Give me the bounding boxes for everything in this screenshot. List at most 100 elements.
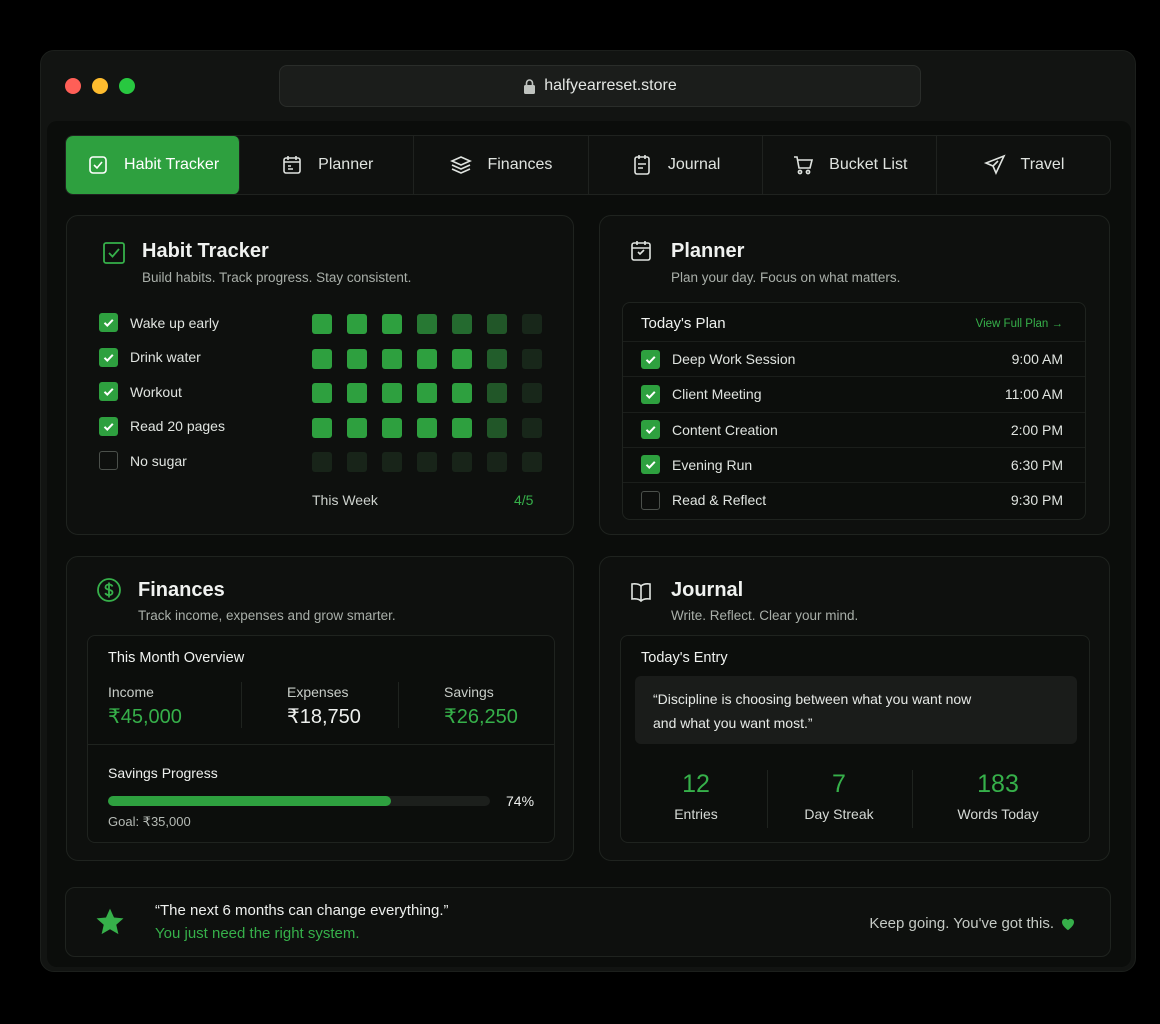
tab-finances[interactable]: Finances xyxy=(414,136,589,194)
habit-day-cell[interactable] xyxy=(487,348,507,369)
habit-day-cell[interactable] xyxy=(417,348,437,369)
plan-title: Today's Plan xyxy=(641,315,726,332)
entry-quote: “Discipline is choosing between what you… xyxy=(635,676,1077,744)
plan-checkbox[interactable] xyxy=(641,455,660,475)
habit-day-cell[interactable] xyxy=(312,314,332,334)
tab-label: Habit Tracker xyxy=(124,156,220,173)
habit-day-cell[interactable] xyxy=(312,452,332,472)
habit-day-cell[interactable] xyxy=(382,314,402,334)
habit-day-cell[interactable] xyxy=(347,383,367,403)
habit-day-cell[interactable] xyxy=(487,383,507,403)
card-subtitle: Track income, expenses and grow smarter. xyxy=(138,608,396,623)
plan-item-label: Read & Reflect xyxy=(672,492,767,509)
habit-checkbox[interactable] xyxy=(99,313,118,332)
card-title: Planner xyxy=(671,240,745,262)
habit-day-cell[interactable] xyxy=(417,314,437,334)
habit-checkbox[interactable] xyxy=(99,451,118,470)
card-subtitle: Write. Reflect. Clear your mind. xyxy=(671,608,859,623)
todays-plan: Today's Plan View Full Plan → Deep Work … xyxy=(622,302,1086,520)
tab-bucket-list[interactable]: Bucket List xyxy=(763,136,937,194)
plane-icon xyxy=(983,154,1006,175)
footer-tagline: You just need the right system. xyxy=(155,925,360,942)
habit-day-cell[interactable] xyxy=(347,314,367,334)
habit-day-cell[interactable] xyxy=(487,452,507,472)
habit-row[interactable]: No sugar xyxy=(99,451,187,470)
habit-row[interactable]: Drink water xyxy=(99,347,201,367)
streak-label: Day Streak xyxy=(804,806,874,822)
maximize-window-button[interactable] xyxy=(119,78,135,94)
divider xyxy=(912,770,913,828)
tab-travel[interactable]: Travel xyxy=(937,136,1110,194)
habit-day-cell[interactable] xyxy=(452,314,472,334)
habit-day-cell[interactable] xyxy=(417,452,437,472)
address-bar[interactable]: halfyearreset.store xyxy=(279,65,921,107)
calendar-icon xyxy=(631,241,651,261)
expenses-value: ₹18,750 xyxy=(287,706,361,728)
habit-checkbox[interactable] xyxy=(99,382,118,401)
habit-checkbox[interactable] xyxy=(99,416,118,436)
habit-tracker-card: Habit Tracker Build habits. Track progre… xyxy=(66,215,574,535)
tab-habit-tracker[interactable]: Habit Tracker xyxy=(66,136,241,194)
habit-day-cell[interactable] xyxy=(417,383,437,403)
lock-icon xyxy=(524,78,536,94)
habit-day-cell[interactable] xyxy=(312,383,332,403)
habit-day-cell[interactable] xyxy=(382,417,402,438)
habit-day-cell[interactable] xyxy=(417,417,437,438)
quote-line: “Discipline is choosing between what you… xyxy=(653,691,972,707)
plan-checkbox[interactable] xyxy=(641,490,660,510)
check-icon xyxy=(103,353,114,362)
habit-day-cell[interactable] xyxy=(452,348,472,369)
habit-row[interactable]: Wake up early xyxy=(99,313,219,332)
plan-item-time: 6:30 PM xyxy=(1010,456,1063,473)
divider xyxy=(398,682,399,728)
habit-day-cell[interactable] xyxy=(487,417,507,438)
stack-icon xyxy=(450,156,473,174)
habit-day-cell[interactable] xyxy=(347,452,367,472)
habit-day-cell[interactable] xyxy=(452,452,472,472)
expenses-label: Expenses xyxy=(287,684,349,700)
habit-day-cell[interactable] xyxy=(522,314,542,334)
tab-planner[interactable]: Planner xyxy=(240,136,415,194)
habit-day-cell[interactable] xyxy=(382,348,402,369)
tab-journal[interactable]: Journal xyxy=(589,136,763,194)
week-score: 4/5 xyxy=(514,492,534,508)
plan-item[interactable]: Content Creation 2:00 PM xyxy=(623,411,1085,447)
habit-day-cell[interactable] xyxy=(522,417,542,438)
plan-checkbox[interactable] xyxy=(641,384,660,404)
savings-progress-fill xyxy=(108,796,391,806)
habit-day-cell[interactable] xyxy=(382,383,402,403)
plan-item[interactable]: Client Meeting 11:00 AM xyxy=(623,376,1085,411)
habit-label: Workout xyxy=(130,383,182,400)
browser-window: halfyearreset.store Habit Tracker Planne… xyxy=(40,50,1136,972)
habit-day-cell[interactable] xyxy=(487,314,507,334)
habit-day-cell[interactable] xyxy=(522,348,542,369)
savings-goal: Goal: ₹35,000 xyxy=(108,814,191,829)
plan-item[interactable]: Evening Run 6:30 PM xyxy=(623,446,1085,482)
card-title: Journal xyxy=(671,579,744,601)
plan-checkbox[interactable] xyxy=(641,420,660,440)
finances-card: Finances Track income, expenses and grow… xyxy=(66,556,574,861)
habit-day-cell[interactable] xyxy=(312,417,332,438)
habit-day-cell[interactable] xyxy=(382,452,402,472)
habit-day-cell[interactable] xyxy=(347,348,367,369)
savings-value: ₹26,250 xyxy=(444,706,518,728)
quote-line: and what you want most.” xyxy=(653,715,813,731)
view-full-plan-link[interactable]: View Full Plan → xyxy=(976,318,1063,330)
habit-day-cell[interactable] xyxy=(522,383,542,403)
divider xyxy=(88,744,554,745)
journal-icon xyxy=(634,155,650,175)
habit-row[interactable]: Read 20 pages xyxy=(99,416,225,436)
plan-item[interactable]: Read & Reflect 9:30 PM xyxy=(623,482,1085,517)
habit-row[interactable]: Workout xyxy=(99,382,182,401)
habit-checkbox[interactable] xyxy=(99,347,118,367)
habit-day-cell[interactable] xyxy=(312,348,332,369)
close-window-button[interactable] xyxy=(65,78,81,94)
habit-day-cell[interactable] xyxy=(522,452,542,472)
plan-item[interactable]: Deep Work Session 9:00 AM xyxy=(623,341,1085,376)
plan-checkbox[interactable] xyxy=(641,349,660,369)
habit-day-cell[interactable] xyxy=(452,383,472,403)
card-title: Habit Tracker xyxy=(142,240,269,262)
habit-day-cell[interactable] xyxy=(452,417,472,438)
minimize-window-button[interactable] xyxy=(92,78,108,94)
habit-day-cell[interactable] xyxy=(347,417,367,438)
